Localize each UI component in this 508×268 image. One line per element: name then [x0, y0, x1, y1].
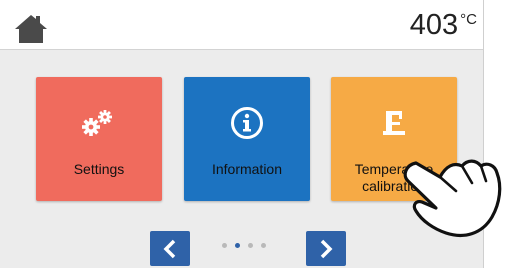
settings-tile[interactable]: Settings: [36, 77, 162, 201]
information-label: Information: [211, 161, 283, 177]
home-icon[interactable]: [14, 14, 48, 44]
page-dot-active: [235, 243, 240, 248]
temperature-value: 403: [409, 9, 459, 41]
temperature-display: 403 °C: [410, 8, 477, 42]
chevron-right-icon: [320, 239, 333, 258]
chevron-left-icon: [163, 239, 176, 258]
information-tile[interactable]: Information: [184, 77, 310, 201]
next-page-button[interactable]: [306, 231, 346, 266]
settings-label: Settings: [73, 161, 125, 177]
page-dot: [248, 243, 253, 248]
info-icon: [231, 107, 263, 139]
page-indicator: [222, 243, 266, 248]
page-dot: [222, 243, 227, 248]
pointing-hand-icon: [403, 159, 502, 238]
status-bar: 403 °C: [0, 0, 483, 50]
temperature-unit: °C: [460, 11, 477, 28]
gears-icon: [82, 110, 112, 136]
page-dot: [261, 243, 266, 248]
previous-page-button[interactable]: [150, 231, 190, 266]
